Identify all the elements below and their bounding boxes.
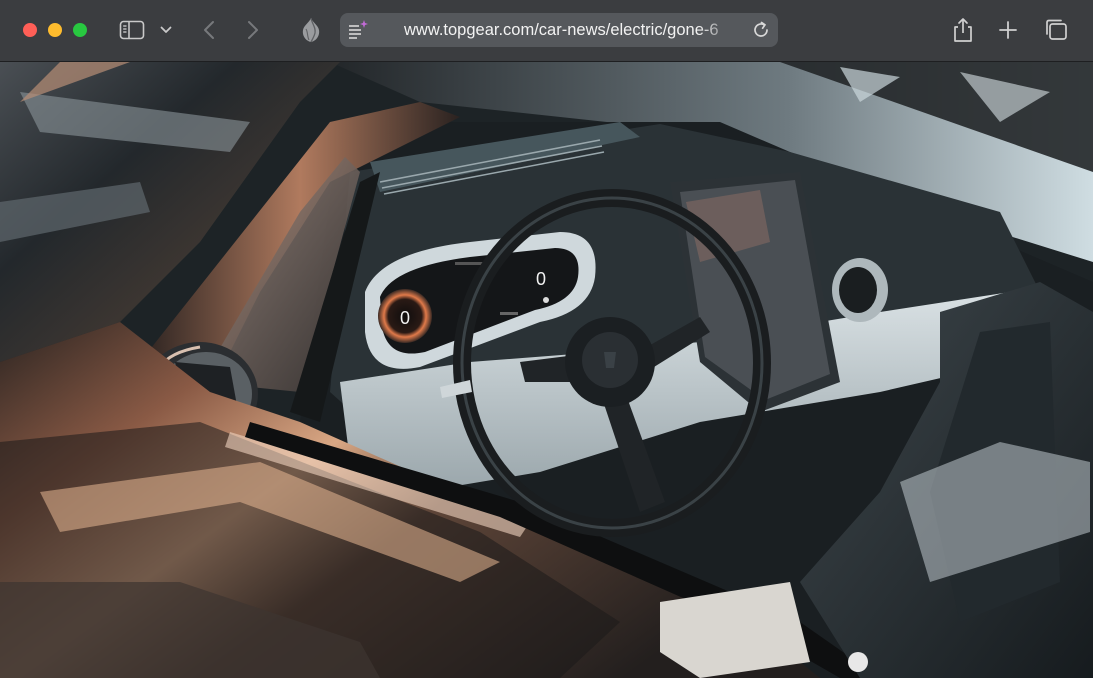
reload-button[interactable] <box>750 19 772 41</box>
reader-button[interactable] <box>346 18 370 42</box>
round-air-vent <box>832 258 888 322</box>
web-content: 0 0 <box>0 62 1093 678</box>
forward-button[interactable] <box>242 18 264 42</box>
reader-icon <box>349 20 368 39</box>
browser-toolbar: www.topgear.com/car-news/electric/gone-6 <box>0 0 1093 62</box>
share-icon <box>954 18 972 42</box>
reload-icon <box>754 21 768 37</box>
tab-overview-button[interactable] <box>1042 16 1070 44</box>
browser-window: www.topgear.com/car-news/electric/gone-6 <box>0 0 1093 678</box>
sidebar-icon <box>119 20 145 40</box>
tab-group-menu-button[interactable] <box>158 21 174 39</box>
share-button[interactable] <box>950 15 976 45</box>
sidebar-toggle-button[interactable] <box>118 17 146 43</box>
new-tab-button[interactable] <box>996 17 1020 43</box>
chevron-left-icon <box>204 21 214 39</box>
url-field[interactable]: www.topgear.com/car-news/electric/gone-6 <box>404 13 738 47</box>
privacy-report-button[interactable] <box>298 15 324 45</box>
address-bar[interactable]: www.topgear.com/car-news/electric/gone-6 <box>340 13 778 47</box>
dash-left-readout: 0 <box>400 308 410 328</box>
plus-icon <box>999 21 1017 39</box>
back-button[interactable] <box>198 18 220 42</box>
dash-right-readout: 0 <box>536 269 546 289</box>
car-interior-photo: 0 0 <box>0 62 1093 678</box>
zoom-window-button[interactable] <box>73 23 87 37</box>
tabs-icon <box>1046 19 1067 40</box>
chevron-right-icon <box>248 21 258 39</box>
minimize-window-button[interactable] <box>48 23 62 37</box>
chevron-down-icon <box>160 26 172 33</box>
privacy-shield-icon <box>302 17 320 43</box>
close-window-button[interactable] <box>23 23 37 37</box>
